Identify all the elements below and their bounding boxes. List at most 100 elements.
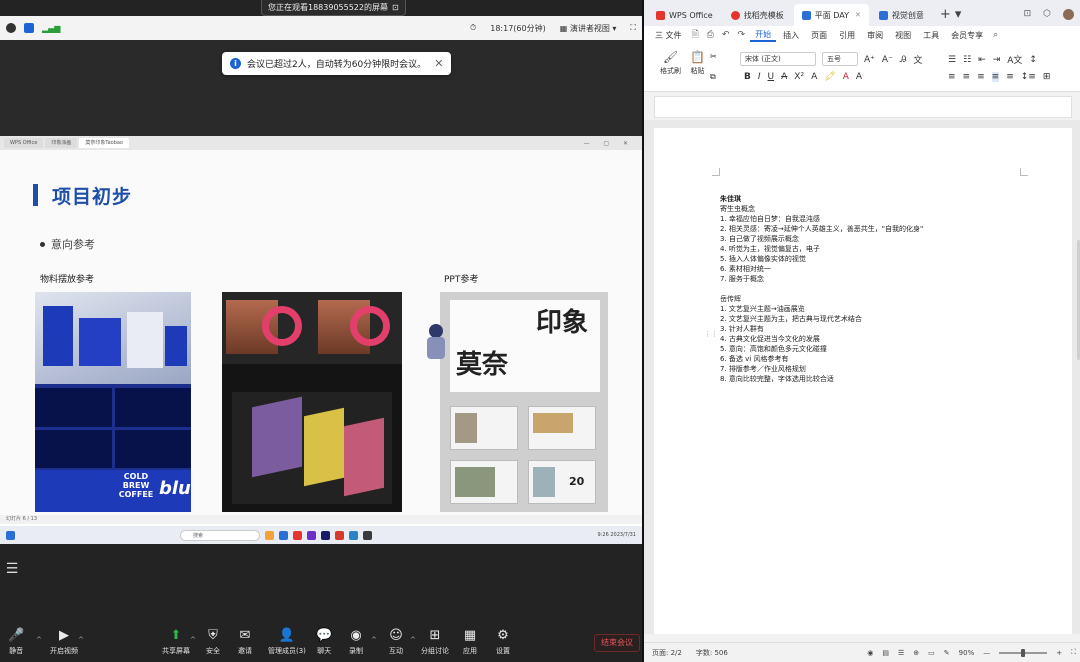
close-icon[interactable]: ✕	[434, 57, 443, 70]
chevron-up-icon[interactable]: ^	[36, 636, 42, 644]
wps-tab-active[interactable]: 平面 DAY ✕	[793, 4, 869, 26]
bullet-list-icon[interactable]: ☰	[948, 55, 956, 65]
fit-icon[interactable]: ⛶	[1071, 648, 1080, 657]
superscript-icon[interactable]: X²	[794, 72, 804, 82]
undo-icon[interactable]: ↶	[719, 30, 733, 40]
signal-icon[interactable]: ▂▄▆	[42, 24, 60, 33]
invite-button[interactable]: ✉ 邀请	[238, 628, 252, 656]
breakout-button[interactable]: ⊞ 分组讨论	[421, 628, 449, 656]
font-color-icon[interactable]: A	[843, 72, 849, 82]
paste-button[interactable]: 📋 粘贴	[690, 50, 705, 76]
strike-icon[interactable]: A	[781, 72, 787, 82]
align-left-icon[interactable]: ≡	[948, 72, 956, 82]
document-body[interactable]: 朱佳琪 寄生虫概念 1. 幸福应怕自日梦：自我混沌感 2. 相关灵感：寄凌→延伸…	[720, 194, 1020, 384]
pen-icon[interactable]: ✎	[944, 649, 950, 657]
menu-review[interactable]: 审阅	[862, 30, 888, 41]
numbered-list-icon[interactable]: ☷	[963, 55, 971, 65]
outline-icon[interactable]: ☰	[898, 649, 904, 657]
user-avatar[interactable]	[1063, 9, 1074, 20]
share-screen-button[interactable]: ⬆ 共享屏幕	[162, 628, 190, 656]
wps-tab[interactable]: 找稻壳模板	[723, 4, 792, 26]
title-accent-bar	[33, 184, 38, 206]
mute-button[interactable]: 🎤 静音	[8, 628, 24, 656]
menu-view[interactable]: 视图	[890, 30, 916, 41]
menu-file[interactable]: 三 文件	[650, 30, 687, 41]
view-mode-dropdown[interactable]: ▦ 演讲者视图 ▾	[560, 23, 617, 34]
settings-button[interactable]: ⚙ 设置	[496, 628, 510, 656]
chevron-up-icon[interactable]: ^	[190, 636, 196, 644]
chevron-up-icon[interactable]: ^	[78, 636, 84, 644]
tile-icon[interactable]: ⊡	[1024, 9, 1032, 20]
cut-icon[interactable]: ✂	[710, 52, 717, 61]
line-spacing-icon[interactable]: ↕≡	[1021, 72, 1036, 82]
end-meeting-button[interactable]: 结束会议	[594, 634, 640, 652]
apps-button[interactable]: ▦ 应用	[463, 628, 477, 656]
copy-icon[interactable]: ⧉	[710, 72, 716, 82]
share-banner[interactable]: 您正在观看18839055522的屏幕 ⊡	[261, 0, 406, 16]
interact-button[interactable]: ☺ 互动	[389, 628, 403, 656]
word-count[interactable]: 字数: 506	[696, 648, 728, 658]
menu-home[interactable]: 开始	[750, 29, 777, 42]
chinese-layout-icon[interactable]: A文	[1007, 53, 1022, 66]
zoom-out-icon[interactable]: —	[983, 649, 990, 657]
align-right-icon[interactable]: ≡	[977, 72, 985, 82]
align-center-icon[interactable]: ≡	[963, 72, 971, 82]
chat-button[interactable]: 💬 聊天	[316, 628, 332, 656]
underline-icon[interactable]: U	[768, 72, 775, 82]
print-icon[interactable]: ⎙	[704, 30, 717, 40]
info-icon[interactable]	[6, 23, 16, 33]
clear-format-icon[interactable]: Ꭿ	[900, 55, 907, 65]
font-shrink-icon[interactable]: A⁻	[882, 55, 893, 65]
new-tab-icon[interactable]: + ▾	[934, 7, 968, 26]
sort-icon[interactable]: ↕	[1029, 55, 1037, 65]
menu-tools[interactable]: 工具	[918, 30, 944, 41]
start-video-button[interactable]: ▶ 开启视频	[50, 628, 78, 656]
print-layout-icon[interactable]: ▤	[882, 649, 889, 657]
chevron-up-icon[interactable]: ^	[410, 636, 416, 644]
drag-handle-icon[interactable]: ⋮⋮	[704, 330, 718, 338]
menu-reference[interactable]: 引用	[834, 30, 860, 41]
font-size-select[interactable]: 五号	[822, 52, 858, 66]
wps-tab[interactable]: WPS Office	[648, 4, 721, 26]
read-mode-icon[interactable]: ▭	[928, 649, 935, 657]
expand-icon[interactable]: ⊡	[392, 0, 399, 15]
menu-insert[interactable]: 插入	[778, 30, 804, 41]
zoom-in-icon[interactable]: +	[1056, 649, 1062, 657]
cube-icon[interactable]: ⬡	[1043, 9, 1051, 20]
text-effect-icon[interactable]: A	[811, 72, 817, 82]
menu-page[interactable]: 页面	[806, 30, 832, 41]
fullscreen-icon[interactable]: ⛶	[630, 23, 636, 33]
side-panel-icon[interactable]: ☰	[2, 560, 22, 578]
highlight-icon[interactable]: 🖍	[824, 72, 835, 82]
web-layout-icon[interactable]: ⊕	[913, 649, 919, 657]
save-icon[interactable]: 🗎	[689, 27, 702, 43]
wps-tab[interactable]: 视觉创意	[871, 4, 932, 26]
zoom-level[interactable]: 90%	[959, 649, 975, 657]
shield-icon[interactable]	[24, 23, 34, 33]
document-page[interactable]: ⋮⋮ 朱佳琪 寄生虫概念 1. 幸福应怕自日梦：自我混沌感 2. 相关灵感：寄凌…	[654, 128, 1072, 634]
font-family-select[interactable]: 宋体 (正文)	[740, 52, 816, 66]
outdent-icon[interactable]: ⇤	[978, 55, 986, 65]
page-count[interactable]: 页面: 2/2	[652, 648, 682, 658]
justify-icon[interactable]: ≡	[991, 72, 1000, 82]
eye-icon[interactable]: ◉	[867, 649, 873, 657]
distributed-icon[interactable]: ≡	[1006, 72, 1014, 82]
record-button[interactable]: ◉ 录制	[349, 628, 363, 656]
bold-icon[interactable]: B	[744, 72, 751, 82]
chevron-up-icon[interactable]: ^	[371, 636, 377, 644]
font-grow-icon[interactable]: A⁺	[864, 55, 875, 65]
search-icon[interactable]: ⌕	[990, 30, 1001, 40]
indent-icon[interactable]: ⇥	[993, 55, 1001, 65]
italic-icon[interactable]: I	[758, 72, 761, 82]
pinyin-icon[interactable]: 文	[913, 53, 922, 66]
format-painter-button[interactable]: 🖌 格式刷	[660, 50, 681, 76]
redo-icon[interactable]: ↷	[735, 30, 749, 40]
char-shading-icon[interactable]: A	[856, 72, 862, 82]
list-item: 4. 听觉为主，视觉偏复古，电子	[720, 245, 820, 253]
manage-members-button[interactable]: 👤 管理成员(3)	[268, 628, 306, 656]
menu-member[interactable]: 会员专享	[946, 30, 988, 41]
security-button[interactable]: ⛨ 安全	[206, 628, 220, 656]
zoom-slider[interactable]	[999, 648, 1048, 657]
border-icon[interactable]: ⊞	[1043, 72, 1051, 82]
close-icon[interactable]: ✕	[855, 11, 861, 19]
